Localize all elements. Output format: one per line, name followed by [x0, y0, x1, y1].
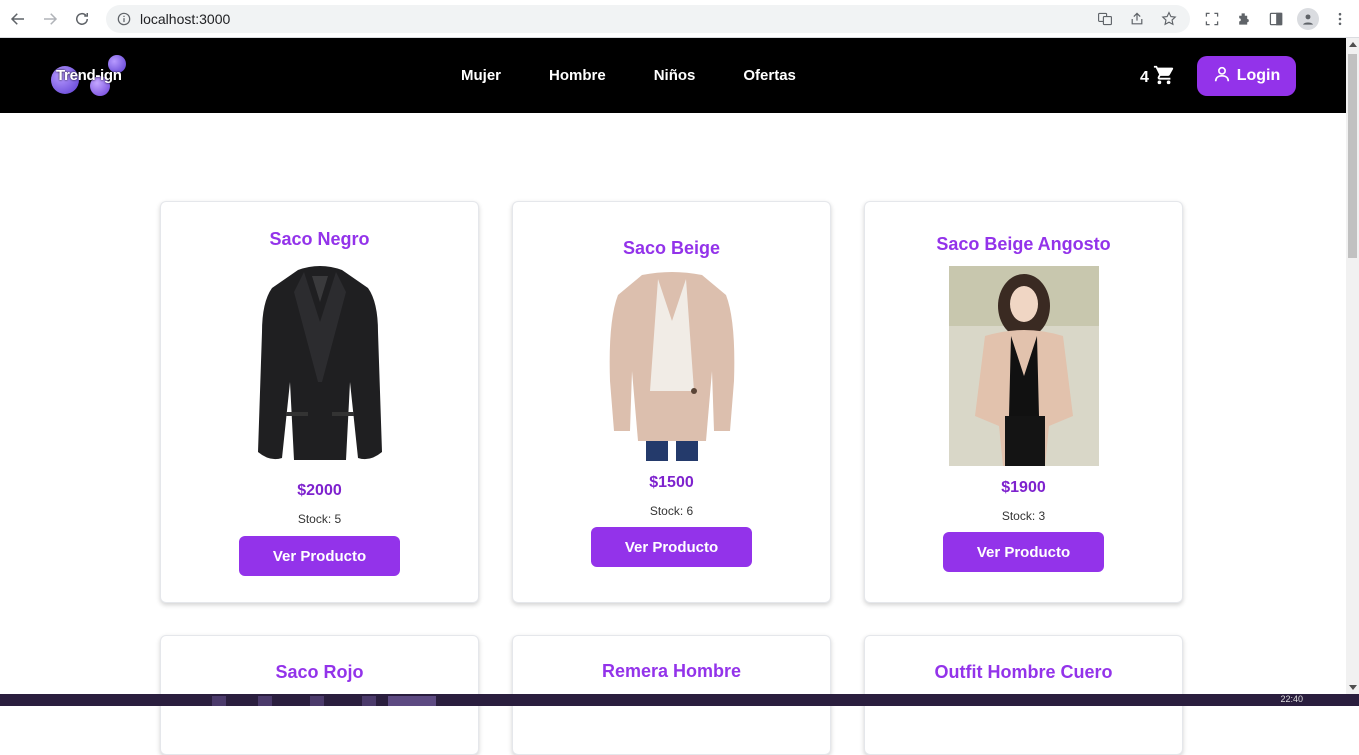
extensions-icon[interactable] — [1231, 4, 1257, 34]
nav-link-ofertas[interactable]: Ofertas — [743, 67, 796, 84]
login-button[interactable]: Login — [1197, 56, 1296, 96]
product-title: Saco Rojo — [275, 662, 364, 682]
cart-count: 4 — [1140, 68, 1149, 86]
product-title: Remera Hombre — [601, 661, 742, 681]
main-nav: Mujer Hombre Niños Ofertas — [461, 38, 796, 113]
share-icon[interactable] — [1126, 8, 1148, 30]
browser-toolbar: localhost:3000 — [0, 0, 1359, 38]
taskbar-app-icon[interactable] — [362, 696, 376, 706]
product-image[interactable] — [250, 262, 390, 462]
site-header: Trend-ign Mujer Hombre Niños Ofertas 4 L… — [0, 38, 1346, 113]
product-price: $2000 — [297, 482, 342, 499]
reload-icon[interactable] — [66, 3, 98, 35]
product-image[interactable] — [601, 271, 742, 461]
logo[interactable]: Trend-ign — [50, 54, 140, 98]
taskbar-app-icon[interactable] — [258, 696, 272, 706]
scrollbar-thumb[interactable] — [1348, 54, 1357, 258]
nav-link-ninos[interactable]: Niños — [654, 67, 696, 84]
os-taskbar: 22:40 — [0, 694, 1359, 706]
kebab-menu-icon[interactable] — [1327, 4, 1353, 34]
login-label: Login — [1236, 67, 1281, 84]
user-icon — [1213, 65, 1231, 88]
product-price: $1900 — [1001, 479, 1046, 496]
taskbar-clock: 22:40 — [1280, 694, 1303, 704]
view-product-button[interactable]: Ver Producto — [591, 527, 752, 567]
cart-icon — [1153, 64, 1175, 91]
view-product-button[interactable]: Ver Producto — [943, 532, 1104, 572]
logo-text: Trend-ign — [56, 67, 122, 84]
product-stock: Stock: 6 — [649, 504, 694, 518]
url-text[interactable]: localhost:3000 — [140, 11, 230, 27]
product-title: Saco Negro — [269, 229, 370, 249]
taskbar-app-icon[interactable] — [212, 696, 226, 706]
profile-icon[interactable] — [1295, 4, 1321, 34]
forward-arrow-icon[interactable] — [34, 3, 66, 35]
product-card: Saco Negro $2000 Stock: 5 Ver Producto — [160, 201, 479, 603]
taskbar-app-icon[interactable] — [310, 696, 324, 706]
screenshot-icon[interactable] — [1199, 4, 1225, 34]
product-price: $1500 — [649, 474, 694, 491]
taskbar-app-icon[interactable] — [388, 696, 436, 706]
info-icon[interactable] — [116, 11, 132, 27]
product-stock: Stock: 3 — [1001, 509, 1046, 523]
view-product-button[interactable]: Ver Producto — [239, 536, 400, 576]
page-scrollbar[interactable] — [1346, 38, 1359, 694]
product-title: Saco Beige Angosto — [936, 234, 1111, 254]
product-image[interactable] — [948, 266, 1099, 466]
address-bar[interactable]: localhost:3000 — [106, 5, 1190, 33]
product-title: Saco Beige — [622, 238, 721, 258]
translate-icon[interactable] — [1094, 8, 1116, 30]
back-arrow-icon[interactable] — [2, 3, 34, 35]
scroll-up-arrow-icon[interactable] — [1349, 42, 1357, 47]
cart-button[interactable]: 4 — [1140, 64, 1175, 91]
product-card: Saco Beige Angosto $1900 Stock: 3 Ver Pr… — [864, 201, 1183, 603]
scroll-down-arrow-icon[interactable] — [1349, 685, 1357, 690]
nav-link-hombre[interactable]: Hombre — [549, 67, 606, 84]
product-card: Saco Beige $1500 Stock: 6 Ver Producto — [512, 201, 831, 603]
nav-link-mujer[interactable]: Mujer — [461, 67, 501, 84]
sidepanel-icon[interactable] — [1263, 4, 1289, 34]
product-stock: Stock: 5 — [297, 512, 342, 526]
product-title: Outfit Hombre Cuero — [934, 662, 1113, 682]
star-icon[interactable] — [1158, 8, 1180, 30]
